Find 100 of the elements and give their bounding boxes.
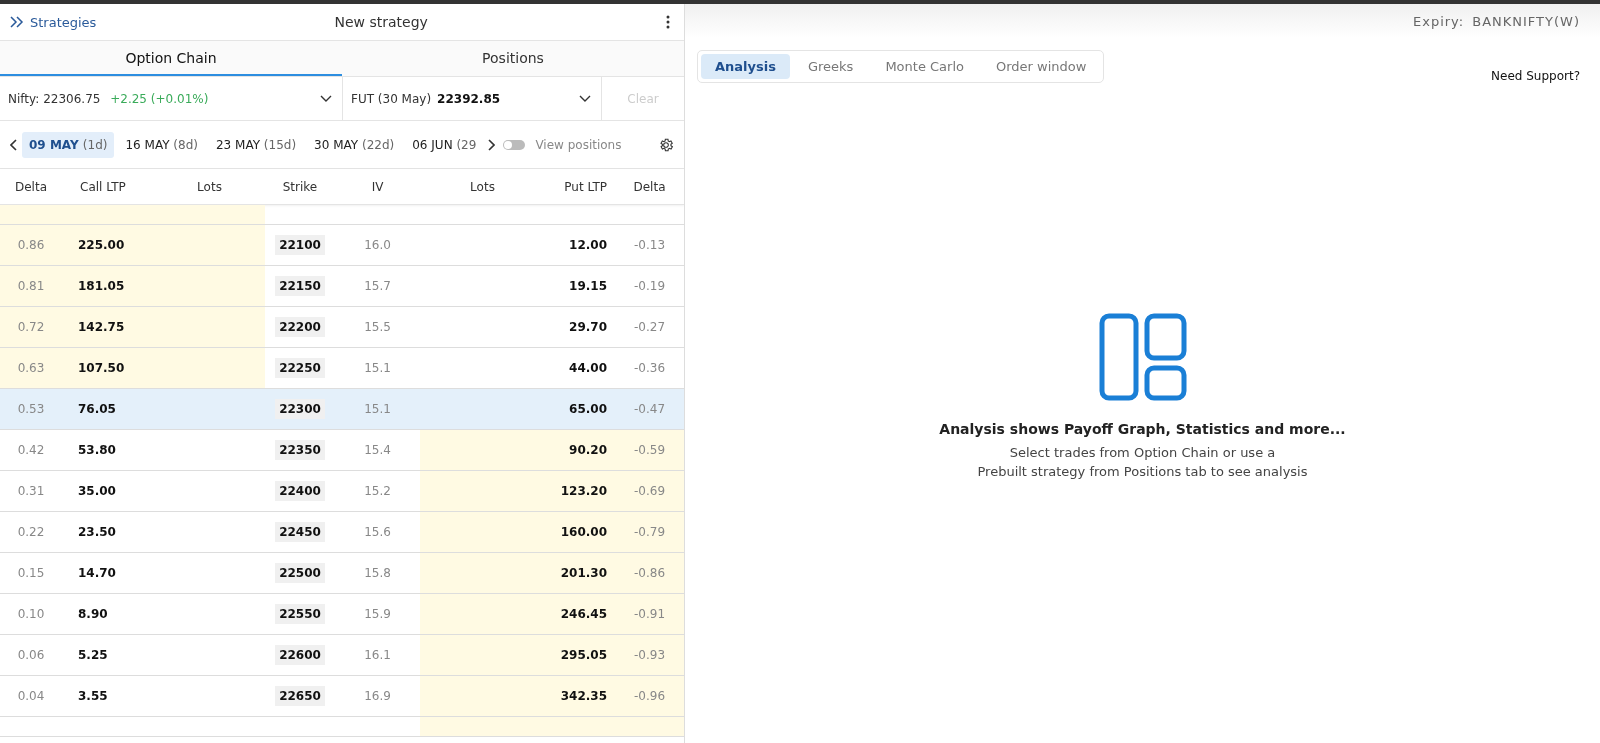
analysis-tab[interactable]: Analysis [701, 54, 790, 79]
expiry-value: BANKNIFTY(W) [1472, 13, 1580, 29]
chevron-right-icon[interactable] [487, 138, 496, 151]
lots-cell[interactable] [420, 512, 545, 552]
table-cell: 90.20 [545, 430, 615, 470]
table-row[interactable]: 0.72 142.75 22200 15.5 29.70 -0.27 [0, 307, 684, 348]
table-row[interactable]: 0.31 35.00 22400 15.2 123.20 -0.69 [0, 471, 684, 512]
column-header: Strike [281, 179, 319, 194]
table-cell-text: 0.42 [16, 442, 46, 459]
lots-cell[interactable] [420, 471, 545, 511]
table-cell: -0.69 [615, 471, 684, 511]
analysis-tab[interactable]: Order window [982, 54, 1101, 79]
table-row[interactable]: 0.15 14.70 22500 15.8 201.30 -0.86 [0, 553, 684, 594]
layout-icon [1098, 313, 1187, 401]
table-cell-text: -0.19 [632, 278, 667, 295]
lots-cell[interactable] [420, 594, 545, 634]
strategies-back-button[interactable]: Strategies [10, 14, 97, 30]
table-cell: 295.05 [545, 635, 615, 675]
expiry-tab[interactable]: 06 JUN (29 [405, 131, 484, 158]
table-cell-text: 65.00 [568, 401, 608, 418]
empty-state-title: Analysis shows Payoff Graph, Statistics and more... [939, 421, 1346, 437]
table-row[interactable]: 0.81 181.05 22150 15.7 19.15 -0.19 [0, 266, 684, 307]
strike-cell: 22200 [275, 317, 325, 337]
column-header: Delta [632, 179, 667, 194]
table-cell-text: 15.1 [363, 360, 392, 377]
chevron-down-icon [579, 94, 591, 103]
table-cell: 142.75 [62, 307, 154, 347]
strike-cell: 22250 [275, 358, 325, 378]
expiry-label: Expiry: [1413, 13, 1465, 29]
analysis-tab[interactable]: Greeks [793, 54, 868, 79]
lots-cell[interactable] [154, 307, 265, 347]
table-cell-text: 29.70 [568, 319, 608, 336]
table-row[interactable]: 0.04 3.55 22650 16.9 342.35 -0.96 [0, 676, 684, 717]
table-row[interactable]: 0.42 53.80 22350 15.4 90.20 -0.59 [0, 430, 684, 471]
strike-cell: 22450 [275, 522, 325, 542]
table-cell: -0.86 [615, 553, 684, 593]
table-cell-text: 15.1 [363, 401, 392, 418]
table-cell-text: 0.31 [16, 483, 46, 500]
table-cell: 0.72 [0, 307, 62, 347]
table-cell: 246.45 [545, 594, 615, 634]
futures-dropdown[interactable]: FUT (30 May) 22392.85 [343, 77, 602, 120]
table-row[interactable]: 0.53 76.05 22300 15.1 65.00 -0.47 [0, 389, 684, 430]
lots-cell[interactable] [420, 553, 545, 593]
analysis-tab[interactable]: Monte Carlo [871, 54, 978, 79]
strike-cell: 22650 [275, 686, 325, 706]
chevron-left-icon[interactable] [10, 138, 18, 151]
column-header: Lots [469, 179, 496, 194]
lots-cell[interactable] [420, 676, 545, 716]
more-options-icon[interactable] [666, 15, 670, 29]
strike-cell: 22100 [275, 235, 325, 255]
table-cell-text: 12.00 [568, 237, 608, 254]
table-cell-text: 76.05 [77, 401, 117, 418]
table-cell-text: -0.27 [632, 319, 667, 336]
strike-cell: 22500 [275, 563, 325, 583]
table-row[interactable]: 0.22 23.50 22450 15.6 160.00 -0.79 [0, 512, 684, 553]
table-cell-text: 23.50 [77, 524, 117, 541]
table-row[interactable]: 0.06 5.25 22600 16.1 295.05 -0.93 [0, 635, 684, 676]
table-row[interactable]: 0.63 107.50 22250 15.1 44.00 -0.36 [0, 348, 684, 389]
table-cell: -0.91 [615, 594, 684, 634]
table-cell-text: 8.90 [77, 606, 109, 623]
lots-cell[interactable] [420, 635, 545, 675]
table-cell-text: 15.4 [363, 442, 392, 459]
column-header: Put LTP [563, 179, 608, 194]
lots-cell[interactable] [154, 225, 265, 265]
strategy-title: New strategy [333, 14, 429, 30]
table-cell-text: 0.10 [16, 606, 46, 623]
table-cell-text: 0.04 [16, 688, 46, 705]
table-cell-text: 0.22 [16, 524, 46, 541]
table-row[interactable]: 0.86 225.00 22100 16.0 12.00 -0.13 [0, 225, 684, 266]
empty-state-text: Prebuilt strategy from Positions tab to see analysis [977, 464, 1308, 479]
view-positions-toggle[interactable] [503, 139, 526, 150]
table-cell: -0.59 [615, 430, 684, 470]
table-cell: 181.05 [62, 266, 154, 306]
table-cell-text: -0.36 [632, 360, 667, 377]
panel-tab[interactable]: Positions [342, 41, 684, 76]
expiry-tab[interactable]: 23 MAY (15d) [208, 131, 304, 158]
table-cell: 123.20 [545, 471, 615, 511]
table-cell: -0.79 [615, 512, 684, 552]
table-cell-text: 15.9 [363, 606, 392, 623]
table-cell-text: 14.70 [77, 565, 117, 582]
table-cell-text: 16.0 [363, 237, 392, 254]
expiry-tab[interactable]: 09 MAY (1d) [22, 131, 115, 158]
table-cell-text: 3.55 [77, 688, 109, 705]
lots-cell[interactable] [154, 348, 265, 388]
table-row[interactable]: 0.10 8.90 22550 15.9 246.45 -0.91 [0, 594, 684, 635]
panel-tab[interactable]: Option Chain [0, 41, 342, 76]
table-cell-text: 16.9 [363, 688, 392, 705]
chevron-down-icon [320, 94, 332, 103]
expiry-tab[interactable]: 30 MAY (22d) [307, 131, 402, 158]
support-link[interactable]: Need Support? [1491, 68, 1580, 83]
settings-icon[interactable] [658, 136, 674, 153]
spot-dropdown[interactable]: Nifty: 22306.75 +2.25 (+0.01%) [0, 77, 343, 120]
double-chevron-icon [10, 16, 24, 28]
column-header: Lots [196, 179, 223, 194]
lots-cell[interactable] [420, 430, 545, 470]
table-cell-text: 0.53 [16, 401, 46, 418]
table-cell-text: -0.13 [632, 237, 667, 254]
lots-cell[interactable] [154, 266, 265, 306]
expiry-tab[interactable]: 16 MAY (8d) [118, 131, 205, 158]
strike-cell: 22400 [275, 481, 325, 501]
